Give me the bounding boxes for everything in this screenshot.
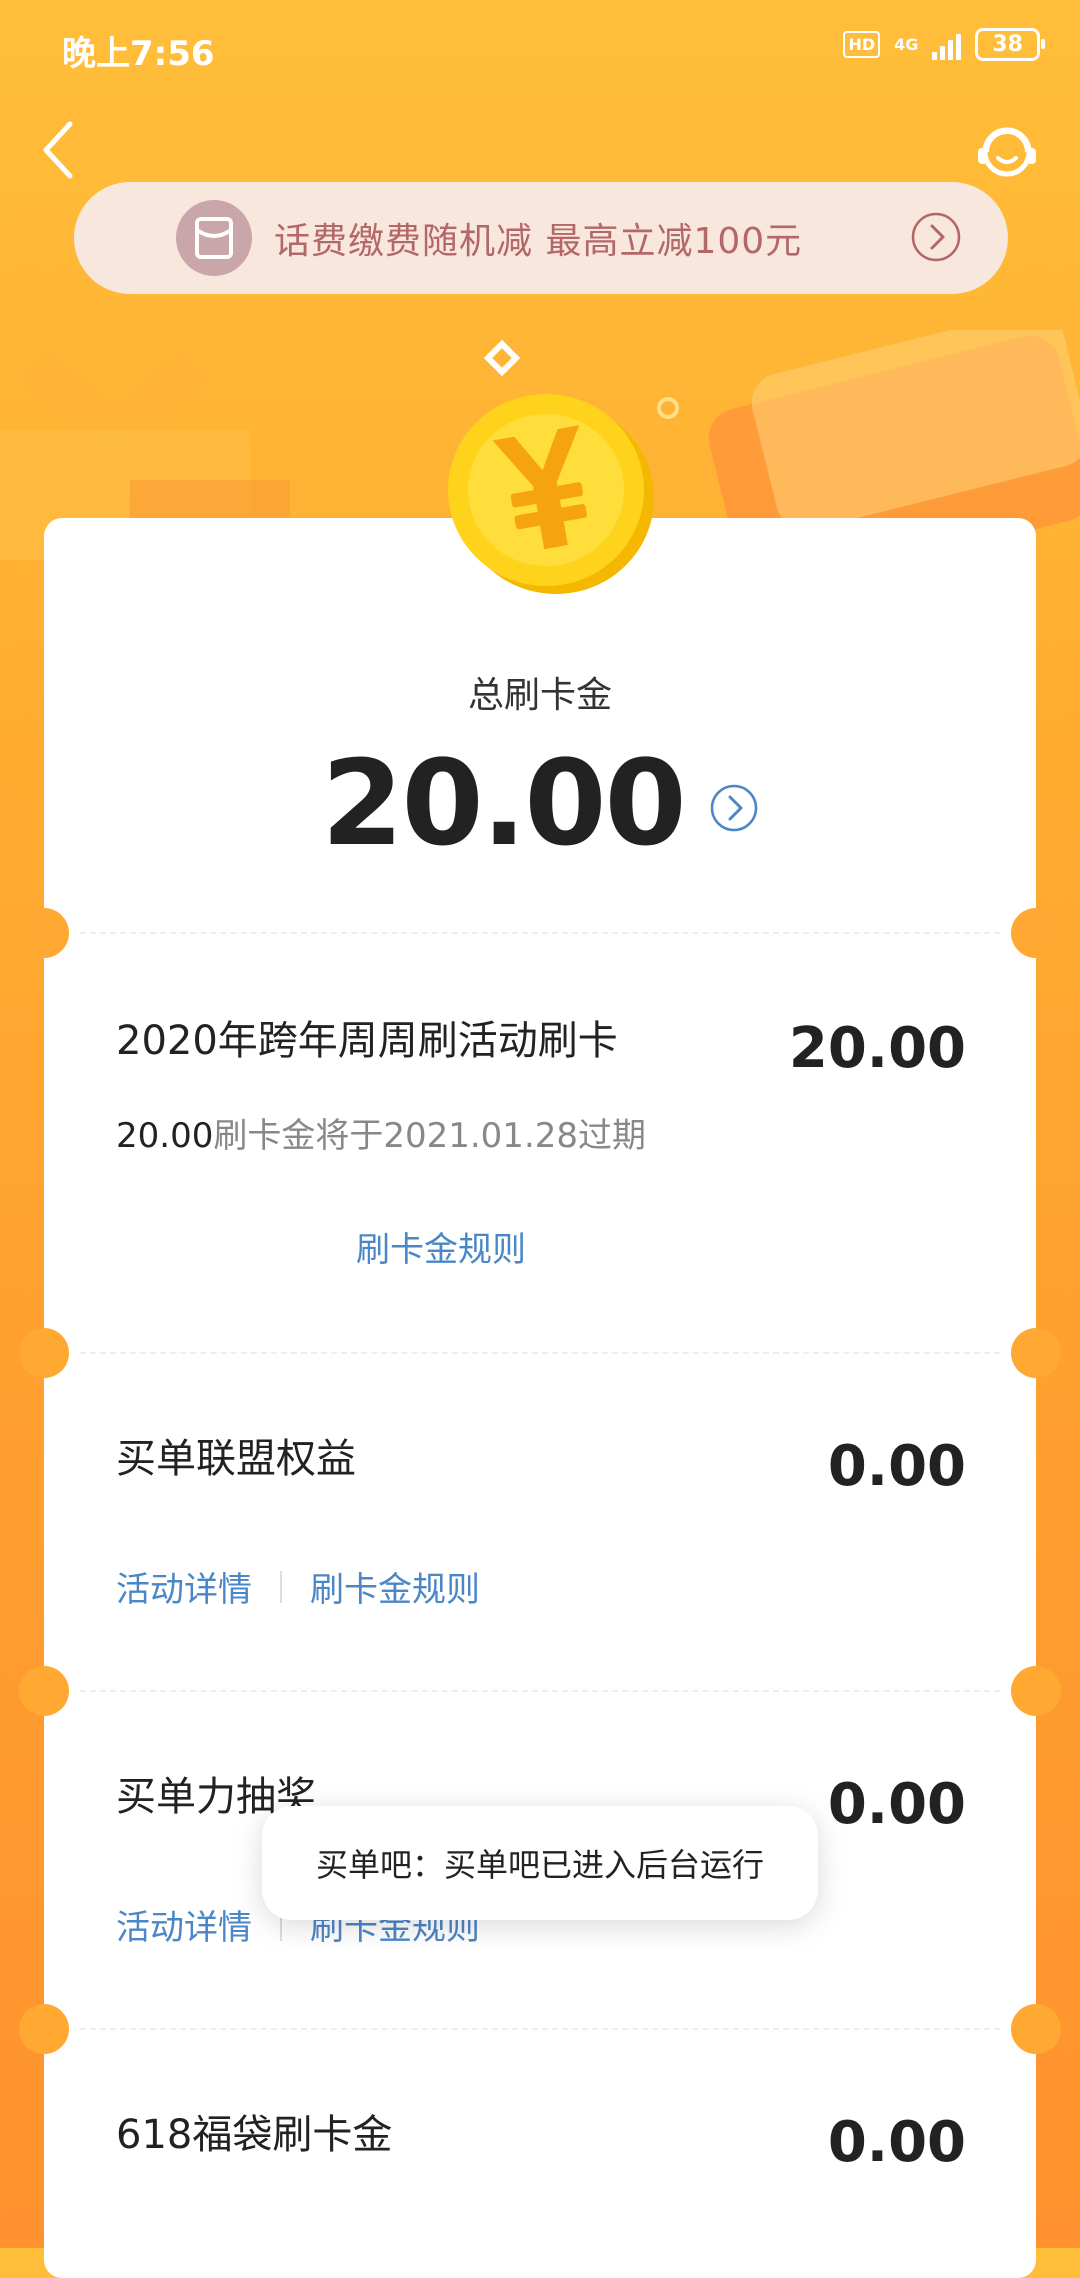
status-bar: 晚上7:56 HD 4G 38 xyxy=(0,0,1080,100)
toast-message: 买单吧：买单吧已进入后台运行 xyxy=(262,1806,818,1920)
rules-link[interactable]: 刷卡金规则 xyxy=(310,1562,480,1611)
item-amount: 0.00 xyxy=(827,1772,966,1837)
item-title: 618福袋刷卡金 xyxy=(116,2112,393,2158)
item-amount: 0.00 xyxy=(827,2110,966,2175)
chevron-right-icon[interactable] xyxy=(910,211,962,263)
total-amount: 20.00 xyxy=(321,734,686,872)
notch xyxy=(1011,1666,1061,1716)
notch xyxy=(19,1666,69,1716)
notch xyxy=(19,1328,69,1378)
promo-banner-text: 话费缴费随机减 最高立减100元 xyxy=(274,221,803,262)
notch xyxy=(19,2004,69,2054)
chevron-right-icon[interactable] xyxy=(709,783,759,833)
divider xyxy=(80,1690,1000,1692)
expiry-text: 刷卡金将于2021.01.28过期 xyxy=(213,1116,647,1156)
divider xyxy=(80,1352,1000,1354)
link-separator xyxy=(280,1570,282,1603)
notch xyxy=(19,908,69,958)
divider xyxy=(80,932,1000,934)
back-arrow-icon[interactable] xyxy=(40,118,80,182)
notch xyxy=(1011,2004,1061,2054)
status-icons: HD 4G 38 xyxy=(843,28,1045,61)
activity-details-link[interactable]: 活动详情 xyxy=(116,1562,252,1611)
customer-service-icon[interactable] xyxy=(974,118,1040,184)
coin-icon xyxy=(448,394,654,594)
links-row: 刷卡金规则 xyxy=(356,1222,526,1271)
signal-icon xyxy=(932,30,962,60)
promo-banner[interactable]: 话费缴费随机减 最高立减100元 xyxy=(74,182,1008,294)
battery-icon: 38 xyxy=(975,28,1045,61)
item-title: 2020年跨年周周刷活动刷卡 xyxy=(116,1018,618,1064)
hd-badge: HD xyxy=(843,31,881,58)
expiry-note: 20.00刷卡金将于2021.01.28过期 xyxy=(116,1108,646,1157)
item-amount: 20.00 xyxy=(788,1016,966,1081)
total-label: 总刷卡金 xyxy=(467,675,612,716)
rules-link[interactable]: 刷卡金规则 xyxy=(356,1222,526,1271)
activity-details-link[interactable]: 活动详情 xyxy=(116,1900,252,1949)
divider xyxy=(80,2028,1000,2030)
battery-level: 38 xyxy=(992,32,1023,57)
network-type: 4G xyxy=(894,34,919,54)
total-row[interactable]: 20.00 xyxy=(44,734,1036,872)
item-amount: 0.00 xyxy=(827,1434,966,1499)
red-envelope-icon xyxy=(176,200,252,276)
card-panel: 总刷卡金 20.00 2020年跨年周周刷活动刷卡 20.00 20.00刷卡金… xyxy=(19,518,1061,2278)
item-title: 买单联盟权益 xyxy=(116,1436,356,1482)
notch xyxy=(1011,1328,1061,1378)
expiry-amount: 20.00 xyxy=(116,1116,214,1156)
links-row: 活动详情 刷卡金规则 xyxy=(116,1562,480,1611)
notch xyxy=(1011,908,1061,958)
status-time: 晚上7:56 xyxy=(62,34,215,74)
